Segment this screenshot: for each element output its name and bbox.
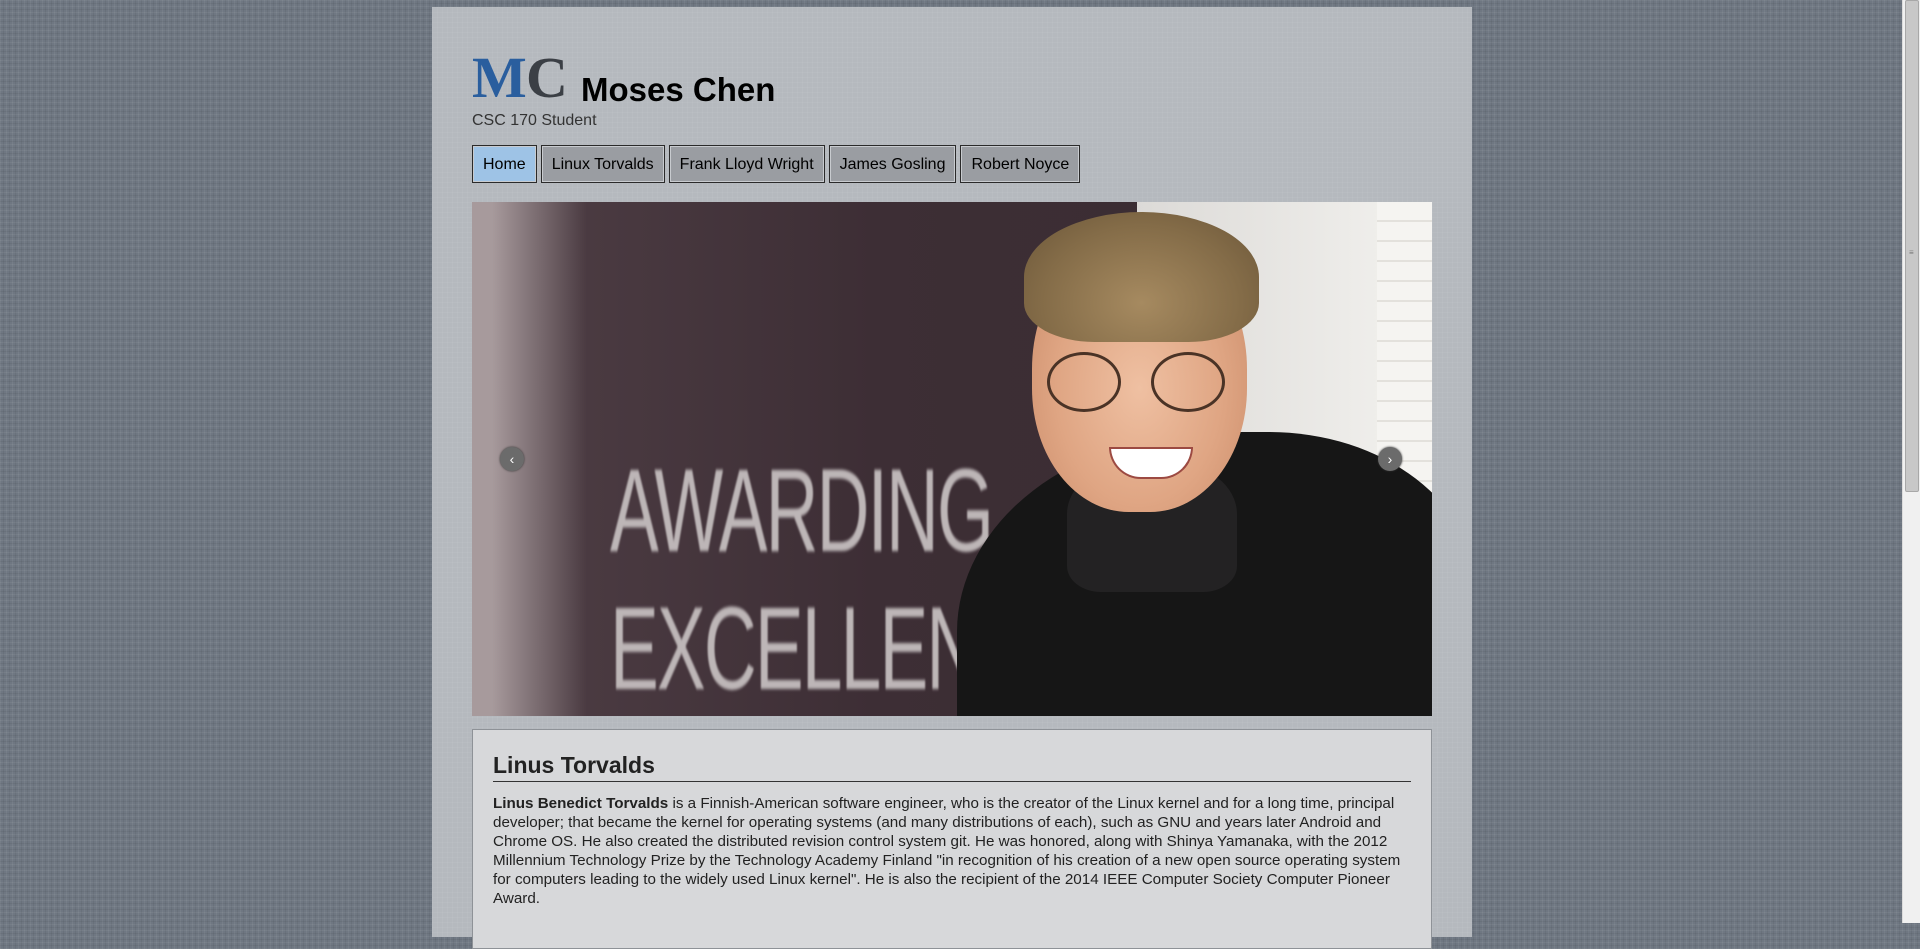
vertical-scrollbar[interactable]: ≡ — [1902, 0, 1920, 923]
portrait-hair — [1024, 212, 1259, 342]
article-title: Linus Torvalds — [493, 752, 1411, 782]
nav-james-gosling[interactable]: James Gosling — [828, 145, 957, 183]
slider-prev-icon[interactable]: ‹ — [500, 447, 524, 471]
scrollbar-thumb[interactable]: ≡ — [1905, 0, 1919, 492]
page-container: M C Moses Chen CSC 170 Student Home Linu… — [432, 7, 1472, 949]
nav-linux-torvalds[interactable]: Linux Torvalds — [540, 145, 665, 183]
grip-icon: ≡ — [1909, 248, 1914, 257]
portrait-glasses — [1047, 352, 1247, 412]
site-subtitle: CSC 170 Student — [472, 112, 597, 129]
slider-next-icon[interactable]: › — [1378, 447, 1402, 471]
article-name-bold: Linus Benedict Torvalds — [493, 795, 669, 812]
article-body: Linus Benedict Torvalds is a Finnish-Ame… — [493, 794, 1411, 908]
image-slider: AWARDING EXCELLENC ‹ › — [472, 202, 1432, 716]
nav-home[interactable]: Home — [472, 145, 537, 183]
logo-letter-m: M — [472, 45, 527, 110]
banner-line-1: AWARDING — [610, 445, 994, 577]
article-box: Linus Torvalds Linus Benedict Torvalds i… — [472, 729, 1432, 949]
main-nav: Home Linux Torvalds Frank Lloyd Wright J… — [472, 145, 1081, 183]
nav-frank-lloyd-wright[interactable]: Frank Lloyd Wright — [668, 145, 825, 183]
nav-robert-noyce[interactable]: Robert Noyce — [960, 145, 1081, 183]
site-name: Moses Chen — [581, 71, 776, 108]
logo-letter-c: C — [526, 45, 568, 110]
